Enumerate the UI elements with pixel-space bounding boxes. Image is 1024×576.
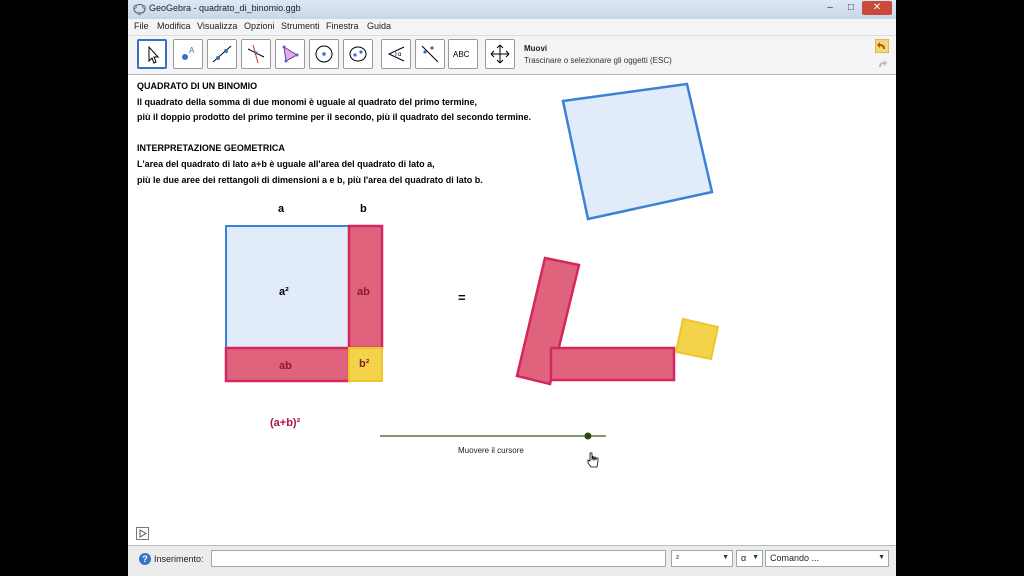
- undo-icon[interactable]: [875, 39, 889, 53]
- angle-tool-button[interactable]: α: [381, 39, 411, 69]
- polygon-tool-button[interactable]: [275, 39, 305, 69]
- selected-tool-name: Muovi: [524, 44, 548, 53]
- redo-icon[interactable]: [875, 57, 889, 71]
- cursor-arrow-icon: [148, 45, 160, 64]
- equals-sign: =: [458, 290, 466, 305]
- reflect-icon: [421, 45, 439, 63]
- svg-text:ABC: ABC: [453, 50, 470, 59]
- title-bar: GeoGebra - quadrato_di_binomio.ggb – □ ✕: [128, 0, 896, 20]
- menu-opzioni[interactable]: Opzioni: [244, 21, 275, 31]
- command-combo[interactable]: Comando ... ▼: [765, 550, 889, 567]
- conic-tool-button[interactable]: [343, 39, 373, 69]
- polygon-icon: [282, 45, 299, 63]
- label-b: b: [360, 203, 367, 215]
- circle-icon: [315, 45, 333, 63]
- geogebra-window: GeoGebra - quadrato_di_binomio.ggb – □ ✕…: [128, 0, 896, 576]
- menu-file[interactable]: File: [134, 21, 149, 31]
- menu-strumenti[interactable]: Strumenti: [281, 21, 320, 31]
- svg-text:α: α: [398, 52, 402, 58]
- move-view-icon: [490, 44, 510, 64]
- menu-guida[interactable]: Guida: [367, 21, 391, 31]
- label-ab-right: ab: [357, 286, 370, 298]
- geogebra-app-icon: [133, 4, 146, 15]
- rotated-big-square[interactable]: [561, 82, 714, 221]
- input-label: Inserimento:: [154, 554, 204, 564]
- move-view-tool-button[interactable]: [485, 39, 515, 69]
- line-icon: [212, 45, 232, 63]
- minimize-icon[interactable]: –: [820, 1, 840, 15]
- moved-ab-rect[interactable]: [549, 346, 676, 382]
- menu-finestra[interactable]: Finestra: [326, 21, 359, 31]
- mouse-cursor-icon: [587, 452, 599, 468]
- text-icon: ABC: [453, 50, 470, 59]
- perpendicular-tool-button[interactable]: [241, 39, 271, 69]
- menu-bar: File Modifica Visualizza Opzioni Strumen…: [128, 19, 896, 36]
- angle-icon: α: [387, 46, 405, 62]
- help-icon[interactable]: ?: [139, 553, 151, 565]
- point-tool-button[interactable]: A: [173, 39, 203, 69]
- menu-visualizza[interactable]: Visualizza: [197, 21, 237, 31]
- input-bar: ? Inserimento: ² ▼ α ▼ Comando ... ▼: [128, 545, 896, 576]
- chevron-down-icon: ▼: [878, 554, 885, 561]
- geometry-drawing: [224, 82, 720, 440]
- toolbar: A α ABC Muovi Trascinare o selezionare g…: [128, 36, 896, 75]
- point-icon: A: [182, 46, 195, 60]
- label-a: a: [278, 203, 285, 215]
- selected-tool-help: Trascinare o selezionare gli oggetti (ES…: [524, 56, 672, 65]
- line-tool-button[interactable]: [207, 39, 237, 69]
- symbol-combo[interactable]: ² ▼: [671, 550, 733, 567]
- formula-label: (a+b)²: [270, 417, 301, 429]
- close-icon[interactable]: ✕: [862, 1, 892, 15]
- perpendicular-icon: [247, 44, 265, 64]
- greek-combo[interactable]: α ▼: [736, 550, 763, 567]
- label-ab-bottom: ab: [279, 360, 292, 372]
- moved-b2-square[interactable]: [674, 317, 720, 361]
- svg-text:A: A: [189, 46, 195, 55]
- move-tool-button[interactable]: [137, 39, 167, 69]
- algebra-toggle-icon[interactable]: [136, 527, 149, 540]
- text-tool-button[interactable]: ABC: [448, 39, 478, 69]
- ellipse-icon: [349, 46, 367, 62]
- circle-tool-button[interactable]: [309, 39, 339, 69]
- chevron-down-icon: ▼: [752, 554, 759, 561]
- input-field[interactable]: [211, 550, 666, 567]
- slider-caption: Muovere il cursore: [458, 446, 524, 455]
- menu-modifica[interactable]: Modifica: [157, 21, 191, 31]
- label-b-squared: b²: [359, 358, 370, 370]
- window-title: GeoGebra - quadrato_di_binomio.ggb: [149, 3, 301, 13]
- maximize-icon[interactable]: □: [841, 1, 861, 15]
- label-a-squared: a²: [279, 286, 289, 298]
- chevron-down-icon: ▼: [722, 554, 729, 561]
- graphics-view[interactable]: QUADRATO DI UN BINOMIO Il quadrato della…: [128, 75, 896, 545]
- slider-knob[interactable]: [584, 432, 592, 440]
- reflect-tool-button[interactable]: [415, 39, 445, 69]
